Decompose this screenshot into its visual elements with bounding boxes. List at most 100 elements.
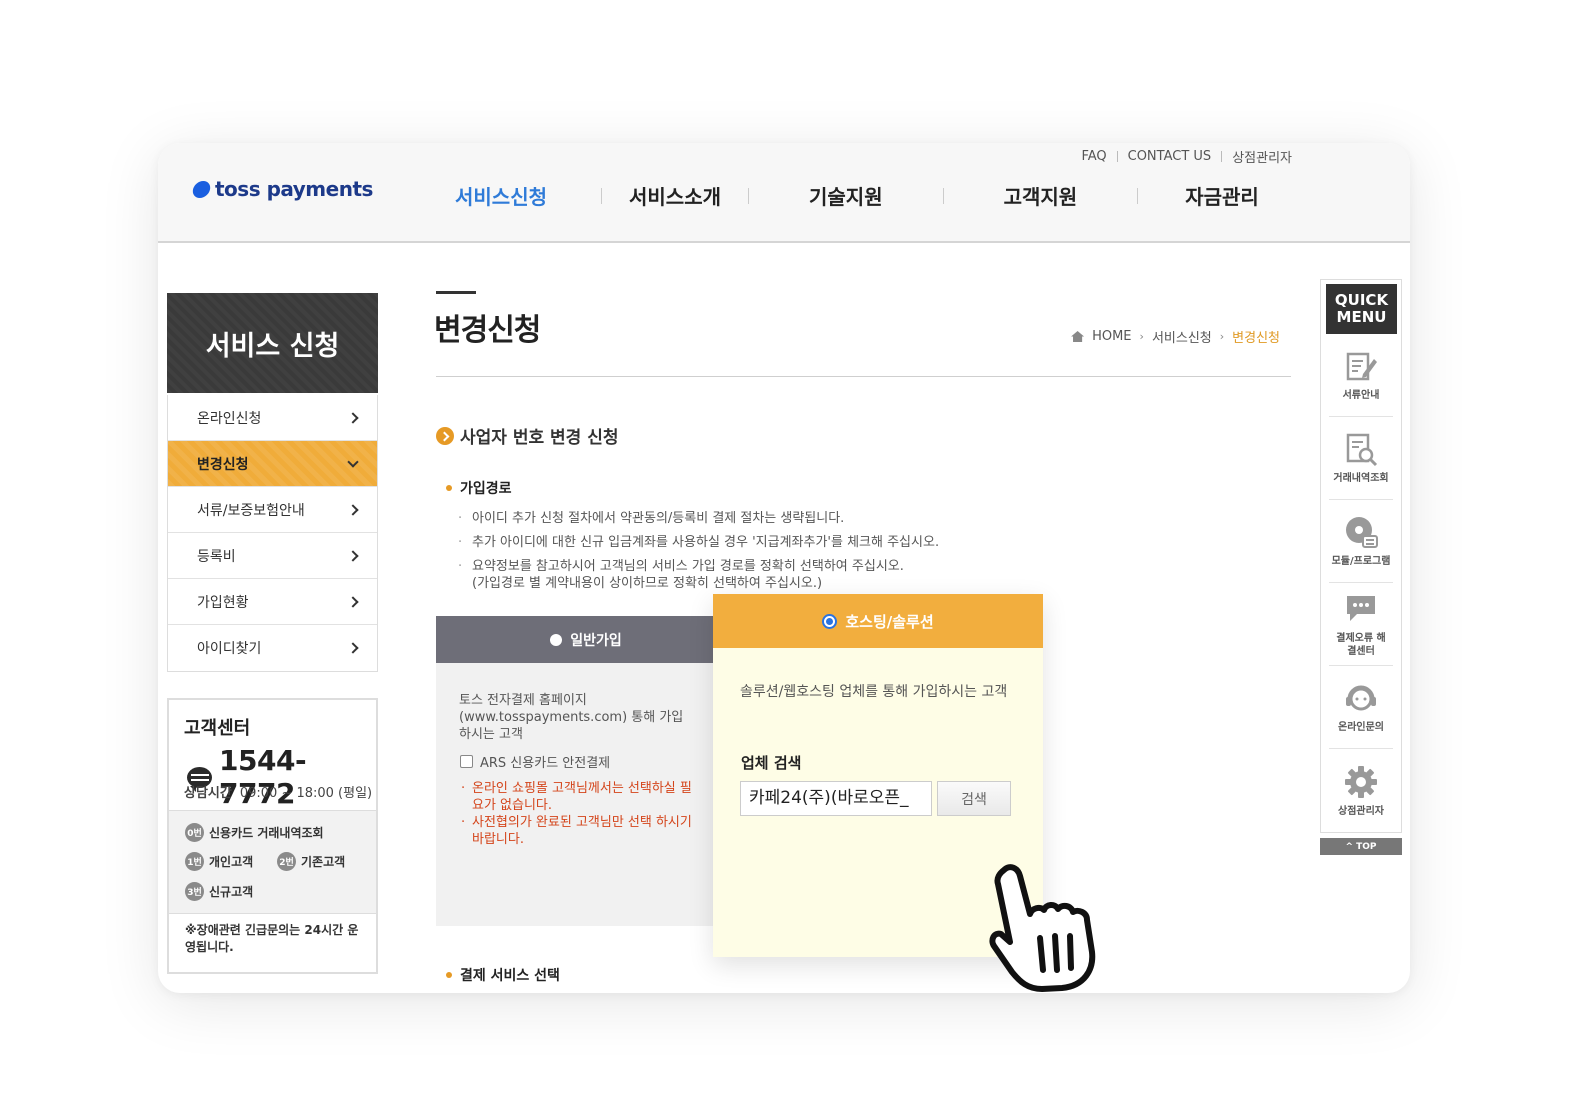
- quick-item-label: 모듈/프로그램: [1331, 556, 1391, 567]
- hand-pointer-cursor-icon: [989, 864, 1096, 992]
- payment-service-title-text: 결제 서비스 선택: [460, 968, 560, 984]
- list-item: 요약정보를 참고하시어 고객님의 서비스 가입 경로를 정확히 선택하여 주십시…: [458, 555, 939, 579]
- sidebar-item-label: 아이디찾기: [197, 641, 262, 657]
- option-general-header[interactable]: 일반가입: [436, 616, 736, 663]
- signup-path-title: 가입경로: [446, 478, 512, 498]
- quick-item-error-center[interactable]: 결제오류 해결센터: [1329, 583, 1393, 666]
- breadcrumb-home[interactable]: HOME: [1092, 329, 1131, 344]
- quick-item-documents[interactable]: 서류안내: [1329, 334, 1393, 417]
- caret-up-icon: ^: [1345, 841, 1354, 852]
- checkbox-icon[interactable]: [460, 755, 473, 768]
- hours-label: 상담시간: [184, 786, 232, 801]
- ars-label: 개인고객: [209, 855, 254, 869]
- ars-guide: 0번 신용카드 거래내역조회 1번 개인고객 2번 기존고객 3번 신규고객: [169, 810, 376, 914]
- quick-menu-title: QUICK MENU: [1326, 284, 1397, 334]
- document-edit-icon: [1346, 352, 1377, 381]
- nav-customer-support[interactable]: 고객지원: [971, 181, 1111, 210]
- util-admin-link[interactable]: 상점관리자: [1232, 147, 1292, 166]
- browser-card: toss payments FAQ CONTACT US 상점관리자 서비스신청…: [158, 143, 1410, 993]
- sidebar-item-online-apply[interactable]: 온라인신청: [168, 395, 377, 441]
- chevron-down-icon: [347, 455, 359, 468]
- list-item: 온라인 쇼핑몰 고객님께서는 선택하실 필요가 없습니다.: [461, 780, 701, 814]
- arrow-circle-icon: [436, 426, 454, 445]
- logo-text: toss payments: [215, 177, 373, 201]
- sidebar-item-label: 변경신청: [197, 456, 249, 473]
- breadcrumb-service-apply[interactable]: 서비스신청: [1152, 327, 1212, 346]
- option-general-warnings: 온라인 쇼핑몰 고객님께서는 선택하실 필요가 없습니다. 사전협의가 완료된 …: [461, 780, 701, 848]
- option-hosting-header[interactable]: 호스팅/솔루션: [713, 594, 1043, 648]
- vendor-search-button[interactable]: 검색: [937, 781, 1011, 816]
- chevron-right-icon: [347, 549, 359, 562]
- ars-number-badge: 3번: [185, 882, 204, 901]
- section-title: 사업자 번호 변경 신청: [436, 423, 619, 448]
- quick-item-online-inquiry[interactable]: 온라인문의: [1329, 666, 1393, 749]
- logo-mark-icon: [191, 180, 212, 198]
- nav-service-apply[interactable]: 서비스신청: [428, 181, 574, 210]
- scroll-top-button[interactable]: ^ TOP: [1320, 838, 1402, 855]
- ars-label: 신규고객: [209, 885, 254, 899]
- hours-value: 09:00 ~ 18:00 (평일): [239, 786, 373, 801]
- quick-item-label: 온라인문의: [1338, 722, 1384, 733]
- quick-item-merchant-admin[interactable]: 상점관리자: [1329, 749, 1393, 832]
- sidebar-item-registration-fee[interactable]: 등록비: [168, 533, 377, 579]
- vendor-search-input[interactable]: 카페24(주)(바로오픈_: [740, 781, 932, 816]
- quick-item-transactions[interactable]: 거래내역조회: [1329, 417, 1393, 500]
- ars-number-badge: 2번: [277, 852, 296, 871]
- quick-item-modules[interactable]: 모듈/프로그램: [1329, 500, 1393, 583]
- chevron-right-icon: [347, 411, 359, 424]
- option-general-desc: 토스 전자결제 홈페이지 (www.tosspayments.com) 통해 가…: [459, 693, 684, 742]
- vendor-search-label: 업체 검색: [741, 754, 802, 772]
- sidebar-item-join-status[interactable]: 가입현황: [168, 579, 377, 625]
- quick-item-label: 서류안내: [1342, 390, 1380, 401]
- sidebar-item-label: 서류/보증보험안내: [197, 502, 305, 519]
- main-nav: 서비스신청 서비스소개 기술지원 고객지원 자금관리: [428, 181, 1279, 210]
- customer-center-box: 고객센터 1544-7772 상담시간 09:00 ~ 18:00 (평일) 0번…: [167, 698, 378, 974]
- sidebar-item-label: 온라인신청: [197, 410, 262, 427]
- headset-icon: [1346, 685, 1376, 711]
- title-accent-bar: [436, 291, 476, 294]
- toss-payments-logo[interactable]: toss payments: [191, 177, 373, 201]
- emergency-note: ※장애관련 긴급문의는 24시간 운영됩니다.: [185, 923, 359, 954]
- radio-unchecked-icon[interactable]: [550, 633, 563, 646]
- sidebar-item-documents[interactable]: 서류/보증보험안내: [168, 487, 377, 533]
- list-item: 추가 아이디에 대한 신규 입금계좌를 사용하실 경우 '지급계좌추가'를 체크…: [458, 531, 939, 555]
- ars-item: 0번 신용카드 거래내역조회: [185, 823, 324, 842]
- chevron-right-icon: [347, 503, 359, 516]
- list-item: 아이디 추가 신청 절차에서 약관동의/등록비 결제 절차는 생략됩니다.: [458, 507, 939, 531]
- ars-label: 기존고객: [301, 855, 346, 869]
- quick-item-label: 상점관리자: [1338, 805, 1384, 817]
- title-divider: [436, 376, 1291, 377]
- bullet-dot-icon: [446, 485, 452, 491]
- document-search-icon: [1346, 433, 1378, 467]
- signup-path-bullets: 아이디 추가 신청 절차에서 약관동의/등록비 결제 절차는 생략됩니다. 추가…: [458, 507, 939, 593]
- customer-center-title: 고객센터: [184, 718, 251, 739]
- bullet-dot-icon: [446, 972, 452, 978]
- ars-secure-payment-checkbox[interactable]: ARS 신용카드 안전결제: [460, 752, 610, 771]
- ars-label: 신용카드 거래내역조회: [209, 826, 324, 840]
- nav-service-intro[interactable]: 서비스소개: [629, 181, 721, 210]
- nav-tech-support[interactable]: 기술지원: [776, 181, 916, 210]
- checkbox-label: ARS 신용카드 안전결제: [480, 756, 611, 771]
- quick-item-label: 결제오류 해결센터: [1336, 632, 1386, 657]
- ars-item: 3번 신규고객: [185, 882, 253, 901]
- sidebar-item-find-id[interactable]: 아이디찾기: [168, 625, 377, 671]
- sidebar-item-label: 가입현황: [197, 594, 249, 611]
- option-general-label: 일반가입: [570, 632, 622, 649]
- top-label: TOP: [1356, 841, 1377, 852]
- option-general-panel[interactable]: 일반가입 토스 전자결제 홈페이지 (www.tosspayments.com)…: [436, 616, 736, 926]
- sidebar-item-label: 등록비: [197, 548, 236, 565]
- quick-item-label: 거래내역조회: [1333, 473, 1389, 484]
- sidebar-title: 서비스 신청: [167, 293, 378, 393]
- nav-fund-management[interactable]: 자금관리: [1165, 181, 1279, 210]
- page-title: 변경신청: [434, 313, 541, 348]
- chevron-right-icon: [347, 642, 359, 654]
- radio-checked-icon[interactable]: [822, 613, 838, 629]
- sidebar-item-change-apply[interactable]: 변경신청: [168, 441, 377, 487]
- breadcrumb: HOME › 서비스신청 › 변경신청: [1071, 327, 1280, 346]
- ars-item: 1번 개인고객: [185, 852, 253, 871]
- header: toss payments FAQ CONTACT US 상점관리자 서비스신청…: [158, 143, 1410, 243]
- breadcrumb-current: 변경신청: [1232, 331, 1280, 346]
- section-title-text: 사업자 번호 변경 신청: [460, 428, 619, 448]
- util-faq-link[interactable]: FAQ: [1081, 149, 1106, 164]
- util-contact-link[interactable]: CONTACT US: [1128, 149, 1212, 164]
